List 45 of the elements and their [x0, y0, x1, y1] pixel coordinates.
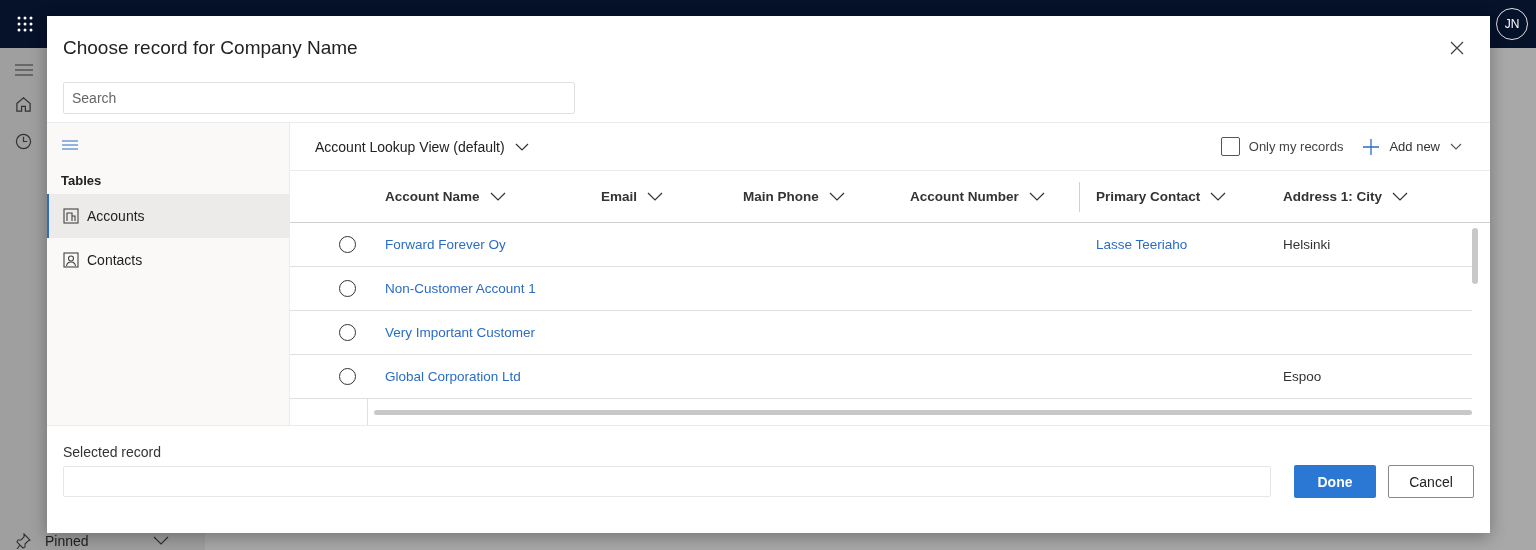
- column-header[interactable]: Email: [601, 181, 743, 212]
- view-selector[interactable]: Account Lookup View (default): [315, 138, 529, 155]
- column-header[interactable]: Main Phone: [743, 181, 910, 212]
- column-header[interactable]: Primary Contact: [1079, 181, 1283, 212]
- search-field[interactable]: Search: [63, 82, 575, 114]
- chevron-down-icon: [1210, 192, 1227, 201]
- chevron-down-icon: [489, 192, 506, 201]
- table-item[interactable]: Accounts: [47, 194, 289, 238]
- horizontal-scrollbar[interactable]: [374, 409, 1472, 415]
- home-icon[interactable]: [15, 96, 32, 113]
- record-link[interactable]: Forward Forever Oy: [385, 237, 506, 252]
- add-new-button[interactable]: Add new: [1363, 138, 1462, 155]
- selected-record-field[interactable]: [63, 466, 1271, 497]
- vertical-scrollbar[interactable]: [1472, 228, 1478, 284]
- plus-icon: [1363, 138, 1380, 155]
- table-cell: Helsinki: [1283, 237, 1331, 252]
- cancel-button[interactable]: Cancel: [1388, 465, 1474, 498]
- record-link[interactable]: Non-Customer Account 1: [385, 281, 536, 296]
- checkbox[interactable]: [1220, 137, 1240, 156]
- selected-record-label: Selected record: [63, 444, 163, 460]
- record-link[interactable]: Global Corporation Ltd: [385, 369, 521, 384]
- chevron-down-icon: [1450, 142, 1462, 151]
- building-card-icon: [63, 208, 79, 224]
- column-header[interactable]: Account Name: [385, 181, 601, 212]
- column-header[interactable]: Address 1: City: [1283, 181, 1490, 212]
- pin-icon: [15, 533, 31, 549]
- dialog-title: Choose record for Company Name: [63, 37, 358, 59]
- tables-heading: Tables: [60, 172, 103, 190]
- table-cell: Espoo: [1283, 369, 1322, 384]
- record-link[interactable]: Lasse Teeriaho: [1096, 237, 1188, 252]
- close-icon[interactable]: [1450, 41, 1464, 55]
- chevron-down-icon[interactable]: [153, 536, 169, 546]
- record-link[interactable]: Very Important Customer: [385, 325, 536, 340]
- chevron-down-icon: [647, 192, 664, 201]
- chevron-down-icon: [514, 142, 529, 151]
- done-button[interactable]: Done: [1294, 465, 1376, 498]
- clock-icon[interactable]: [15, 133, 32, 150]
- app-launcher-icon[interactable]: [17, 16, 33, 32]
- pinned-label[interactable]: Pinned: [45, 533, 139, 549]
- table-item[interactable]: Contacts: [47, 238, 289, 282]
- chevron-down-icon: [1392, 192, 1409, 201]
- only-my-records-label[interactable]: Only my records: [1248, 139, 1344, 154]
- contact-card-icon: [63, 252, 79, 268]
- chevron-down-icon: [1028, 192, 1045, 201]
- chevron-down-icon: [828, 192, 845, 201]
